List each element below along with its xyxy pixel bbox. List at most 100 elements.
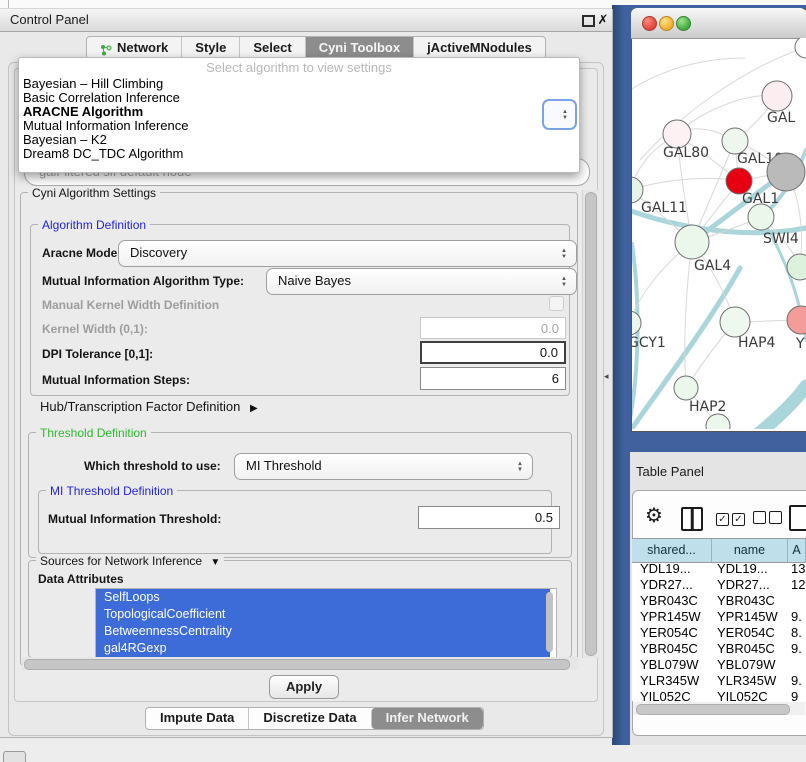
tab-select[interactable]: Select [239, 37, 304, 59]
network-node[interactable] [706, 414, 730, 429]
mi-type-combobox[interactable]: Naive Bayes ▲▼ [266, 268, 577, 295]
algorithm-dropdown-popup: Select algorithm to view settings Bayesi… [18, 57, 580, 173]
algorithm-option[interactable]: Bayesian – K2 [19, 133, 579, 147]
mi-steps-field[interactable] [420, 367, 566, 390]
algorithm-option[interactable]: Basic Correlation Inference [19, 91, 579, 105]
table-cell: YIL052C [632, 689, 712, 701]
tab-style[interactable]: Style [181, 37, 239, 59]
table-horizontal-scrollbar-thumb[interactable] [636, 704, 790, 715]
table-row[interactable]: YPR145WYPR145W9. [632, 609, 806, 625]
table-cell: 8. [787, 625, 806, 641]
select-all-icon[interactable]: ✓✓ [716, 511, 748, 526]
table-row[interactable]: YDL19...YDL19...13 [632, 561, 806, 577]
network-node-label: GAL4 [694, 258, 731, 274]
combo-stepper-icon: ▲▼ [561, 248, 567, 260]
network-node[interactable] [674, 376, 698, 400]
tab-infer-network[interactable]: Infer Network [371, 708, 483, 729]
table-cell: YPR145W [632, 609, 712, 625]
network-node[interactable] [632, 311, 641, 335]
attribute-list-item[interactable]: SelfLoops [96, 589, 550, 606]
expanded-arrow-icon: ▼ [210, 557, 220, 568]
tab-discretize-data[interactable]: Discretize Data [248, 708, 370, 729]
table-cell: YBL079W [632, 657, 712, 673]
hub-definition-section[interactable]: Hub/Transcription Factor Definition ▶ [40, 399, 258, 414]
settings-horizontal-scrollbar-thumb[interactable] [24, 659, 570, 670]
cyni-settings-group-title: Cyni Algorithm Settings [28, 186, 160, 200]
algorithm-option[interactable]: Mutual Information Inference [19, 119, 579, 133]
table-cell: YBR045C [632, 641, 712, 657]
tab-label: Network [117, 38, 168, 58]
document-icon[interactable] [789, 505, 806, 531]
table-row[interactable]: YER054CYER054C8. [632, 625, 806, 641]
table-cell: YER054C [632, 625, 712, 641]
network-window-titlebar[interactable] [631, 8, 806, 39]
apply-button[interactable]: Apply [269, 675, 339, 699]
float-window-icon[interactable] [582, 15, 595, 27]
dpi-tolerance-field[interactable] [420, 341, 566, 364]
algorithm-option[interactable]: Dream8 DC_TDC Algorithm [19, 147, 579, 161]
algorithm-combobox-fragment[interactable]: ▲▼ [542, 99, 577, 130]
split-panel-icon[interactable] [681, 507, 703, 531]
network-canvas[interactable]: GALGAL80GAL10GAL1GAL11SWI4GAL4GCY1HAP4YH… [632, 38, 806, 429]
kernel-width-field[interactable] [420, 317, 566, 339]
table-cell [787, 657, 806, 673]
manual-kernel-checkbox[interactable] [549, 296, 564, 311]
which-threshold-combobox[interactable]: MI Threshold ▲▼ [234, 453, 533, 480]
tab-impute-data[interactable]: Impute Data [146, 708, 248, 729]
algorithm-options-list: Bayesian – Hill ClimbingBasic Correlatio… [19, 77, 579, 161]
table-row[interactable]: YLR345WYLR345W9. [632, 673, 806, 689]
mi-steps-label: Mutual Information Steps: [42, 373, 190, 387]
network-node-label: GAL [767, 110, 795, 126]
list-scrollbar-thumb[interactable] [546, 592, 553, 652]
mi-threshold-field[interactable] [418, 506, 560, 529]
combo-stepper-icon: ▲▼ [561, 276, 567, 288]
table-column-header[interactable]: A [788, 539, 806, 562]
aracne-mode-combobox[interactable]: Discovery ▲▼ [118, 240, 577, 267]
tab-jactivemnodules[interactable]: jActiveMNodules [413, 37, 545, 59]
control-panel-titlebar[interactable] [0, 9, 612, 32]
table-row[interactable]: YBR043CYBR043C [632, 593, 806, 609]
algorithm-option[interactable]: Bayesian – Hill Climbing [19, 77, 579, 91]
table-column-header[interactable]: name [712, 539, 788, 562]
sources-group-title[interactable]: Sources for Network Inference ▼ [36, 554, 224, 568]
table-cell: YBR043C [712, 593, 787, 609]
data-attributes-list[interactable]: SelfLoopsTopologicalCoefficientBetweenne… [95, 588, 557, 658]
table-row[interactable]: YBL079WYBL079W [632, 657, 806, 673]
table-row[interactable]: YIL052CYIL052C9 [632, 689, 806, 701]
tab-cyni-toolbox[interactable]: Cyni Toolbox [305, 37, 413, 59]
close-traffic-light[interactable] [642, 16, 657, 31]
table-row[interactable]: YBR045CYBR045C9. [632, 641, 806, 657]
table-cell: 12 [787, 577, 806, 593]
network-node[interactable] [767, 153, 805, 191]
table-column-header[interactable]: shared... [632, 539, 712, 562]
network-node-label: GCY1 [632, 335, 666, 351]
table-cell: 13 [787, 561, 806, 577]
close-icon[interactable]: ✗ [596, 9, 610, 31]
table-cell: YLR345W [712, 673, 787, 689]
algorithm-option[interactable]: ARACNE Algorithm [19, 105, 579, 119]
network-node-label: HAP2 [689, 399, 726, 415]
attribute-list-item[interactable]: BetweennessCentrality [96, 623, 550, 640]
splitpane-grip[interactable]: ◂ [604, 370, 612, 382]
table-cell: YER054C [712, 625, 787, 641]
deselect-all-icon[interactable] [753, 511, 785, 527]
table-row[interactable]: YDR27...YDR27...12 [632, 577, 806, 593]
attribute-list-item[interactable]: TopologicalCoefficient [96, 606, 550, 623]
network-node[interactable] [675, 225, 709, 259]
docked-panel-button[interactable] [3, 751, 26, 762]
table-cell: 9. [787, 673, 806, 689]
network-node[interactable] [795, 38, 806, 58]
zoom-traffic-light[interactable] [676, 16, 691, 31]
aracne-mode-label: Aracne Mode: [42, 246, 121, 260]
attribute-list-item[interactable]: gal4RGexp [96, 640, 550, 657]
network-node[interactable] [787, 306, 806, 334]
settings-vertical-scrollbar-thumb[interactable] [585, 192, 597, 656]
table-body: YDL19...YDL19...13YDR27...YDR27...12YBR0… [632, 561, 806, 701]
network-node[interactable] [748, 204, 774, 230]
network-node[interactable] [663, 120, 691, 148]
network-node[interactable] [720, 307, 750, 337]
gear-icon[interactable]: ⚙ [645, 503, 663, 529]
tab-network[interactable]: Network [87, 37, 181, 59]
network-node[interactable] [762, 81, 792, 111]
minimize-traffic-light[interactable] [659, 16, 674, 31]
